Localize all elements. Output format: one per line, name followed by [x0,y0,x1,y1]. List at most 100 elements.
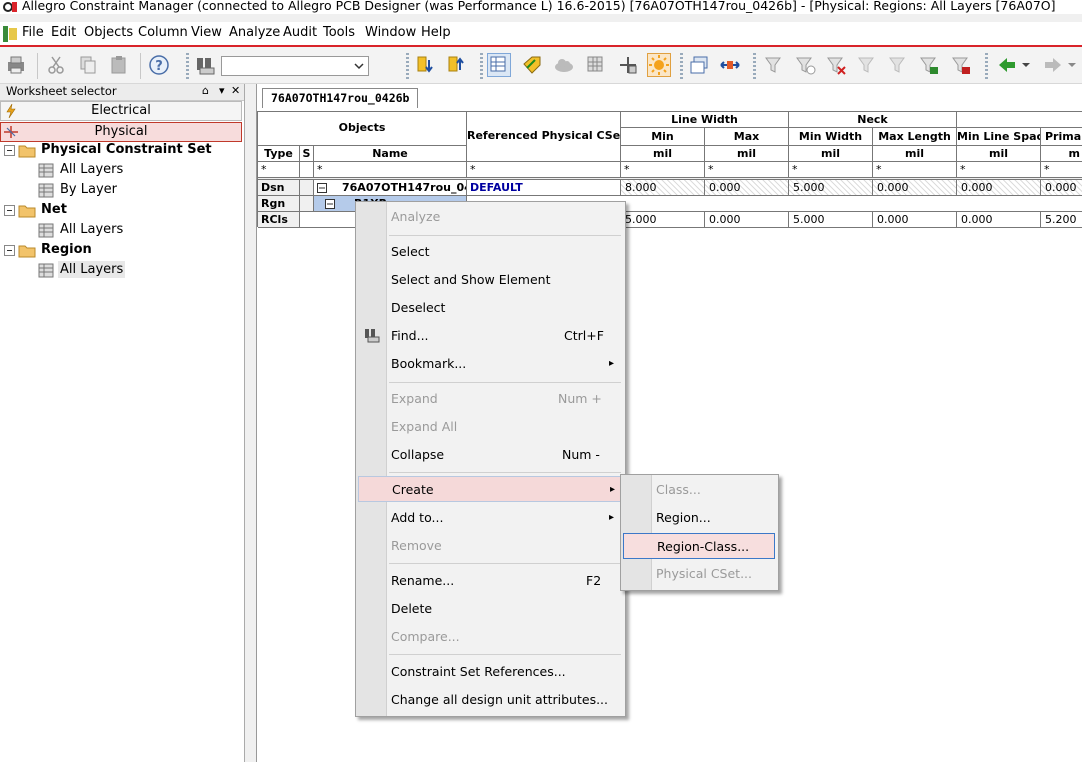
cell-min-line-spac[interactable]: 0.000 [957,212,1041,228]
worksheet-tab[interactable]: 76A07OTH147rou_0426b [262,88,419,108]
menu-item-bookmark[interactable]: Bookmark... ▸ [387,351,623,377]
filter-settings-icon[interactable] [887,54,909,76]
forward-arrow-icon[interactable] [1042,54,1064,76]
search-combo[interactable] [221,56,369,76]
row-cset[interactable]: DEFAULT [467,180,621,196]
scale-icon[interactable] [719,54,741,76]
header-min-line-spac[interactable]: Min Line Spac [957,128,1041,146]
filter-add-icon[interactable] [794,54,816,76]
copy-icon[interactable] [77,54,99,76]
filter-min-width[interactable]: * [789,162,873,178]
bookmark-down-icon[interactable] [415,54,437,76]
submenu-item-physical-cset[interactable]: Physical CSet... [652,561,776,587]
dropdown-icon[interactable]: ▾ [219,84,225,97]
filter-s[interactable] [300,162,314,178]
cut-icon[interactable] [45,54,67,76]
filter-name[interactable]: * [314,162,467,178]
collapse-icon[interactable] [4,205,15,216]
cell-prima[interactable]: 0.000 [1041,180,1082,196]
menu-item-select-show[interactable]: Select and Show Element [387,267,623,293]
menu-item-compare[interactable]: Compare... [387,624,623,650]
filter-icon[interactable] [763,54,785,76]
header-min[interactable]: Min [621,128,705,146]
filter-min[interactable]: * [621,162,705,178]
menu-help[interactable]: Help [421,25,451,40]
menu-window[interactable]: Window [365,25,416,40]
menu-edit[interactable]: Edit [51,25,76,40]
tag-icon[interactable] [521,54,543,76]
header-max[interactable]: Max [705,128,789,146]
menu-objects[interactable]: Objects [84,25,133,40]
cell-min-width[interactable]: 5.000 [789,212,873,228]
menu-item-cset-references[interactable]: Constraint Set References... [387,659,623,685]
submenu-item-region-class[interactable]: Region-Class... [623,533,775,559]
paste-icon[interactable] [108,54,130,76]
menu-item-change-units[interactable]: Change all design unit attributes... [387,687,623,713]
cell-max-length[interactable]: 0.000 [873,180,957,196]
cell-min[interactable]: 5.000 [621,212,705,228]
sun-icon[interactable] [647,53,671,77]
header-max-length[interactable]: Max Length [873,128,957,146]
filter-prima[interactable]: * [1041,162,1082,178]
filter-cset[interactable]: * [467,162,621,178]
bookmark-up-icon[interactable] [446,54,468,76]
menu-item-add-to[interactable]: Add to... ▸ [387,505,623,531]
submenu-item-region[interactable]: Region... [652,505,776,531]
menu-view[interactable]: View [191,25,222,40]
header-ref-cset[interactable]: Referenced Physical CSet [467,112,621,162]
help-icon[interactable]: ? [148,54,170,76]
cloud-icon[interactable] [553,54,575,76]
collapse-icon[interactable] [325,199,335,209]
cell-max[interactable]: 0.000 [705,180,789,196]
filter-type[interactable]: * [258,162,300,178]
menu-item-delete[interactable]: Delete [387,596,623,622]
cell-min-line-spac[interactable]: 0.000 [957,180,1041,196]
filter-star-icon[interactable] [856,54,878,76]
tab-physical[interactable]: Physical [0,122,242,142]
filter-clear-icon[interactable] [825,54,847,76]
collapse-icon[interactable] [4,245,15,256]
menu-item-collapse[interactable]: Collapse Num - [387,442,623,468]
net-icon[interactable] [617,54,639,76]
menu-item-deselect[interactable]: Deselect [387,295,623,321]
cell-min[interactable]: 8.000 [621,180,705,196]
chevron-down-icon[interactable] [1068,61,1076,69]
cell-max-length[interactable]: 0.000 [873,212,957,228]
header-s[interactable]: S [300,146,314,162]
row-name[interactable]: 76A07OTH147rou_0426 [314,180,467,196]
filter-max-length[interactable]: * [873,162,957,178]
menu-column[interactable]: Column [138,25,188,40]
header-name[interactable]: Name [314,146,467,162]
menu-item-expand-all[interactable]: Expand All [387,414,623,440]
worksheet-view-icon[interactable] [487,53,511,77]
cell-min-width[interactable]: 5.000 [789,180,873,196]
menu-item-find[interactable]: Find... Ctrl+F [387,323,623,349]
collapse-icon[interactable] [4,145,15,156]
menu-item-remove[interactable]: Remove [387,533,623,559]
menu-item-rename[interactable]: Rename... F2 [387,568,623,594]
menu-item-select[interactable]: Select [387,239,623,265]
collapse-icon[interactable] [317,183,327,193]
find-icon[interactable] [194,54,216,76]
cell-prima[interactable]: 5.200 [1041,212,1082,228]
menu-item-expand[interactable]: Expand Num + [387,386,623,412]
submenu-item-class[interactable]: Class... [652,477,776,503]
menu-file[interactable]: File [22,25,44,40]
filter-max[interactable]: * [705,162,789,178]
grid-icon[interactable] [585,54,607,76]
tab-electrical[interactable]: Electrical [0,101,242,121]
menu-item-create[interactable]: Create ▸ [358,476,623,502]
print-icon[interactable] [5,54,27,76]
back-arrow-icon[interactable] [996,54,1018,76]
cell-max[interactable]: 0.000 [705,212,789,228]
menu-audit[interactable]: Audit [283,25,317,40]
menu-analyze[interactable]: Analyze [229,25,280,40]
filter-min-line-spac[interactable]: * [957,162,1041,178]
filter-error-icon[interactable] [950,54,972,76]
filter-table-icon[interactable] [918,54,940,76]
header-prima[interactable]: Prima [1041,128,1082,146]
header-type[interactable]: Type [258,146,300,162]
menu-item-analyze[interactable]: Analyze [387,204,623,230]
windows-icon[interactable] [688,54,710,76]
close-icon[interactable]: ✕ [231,84,240,97]
